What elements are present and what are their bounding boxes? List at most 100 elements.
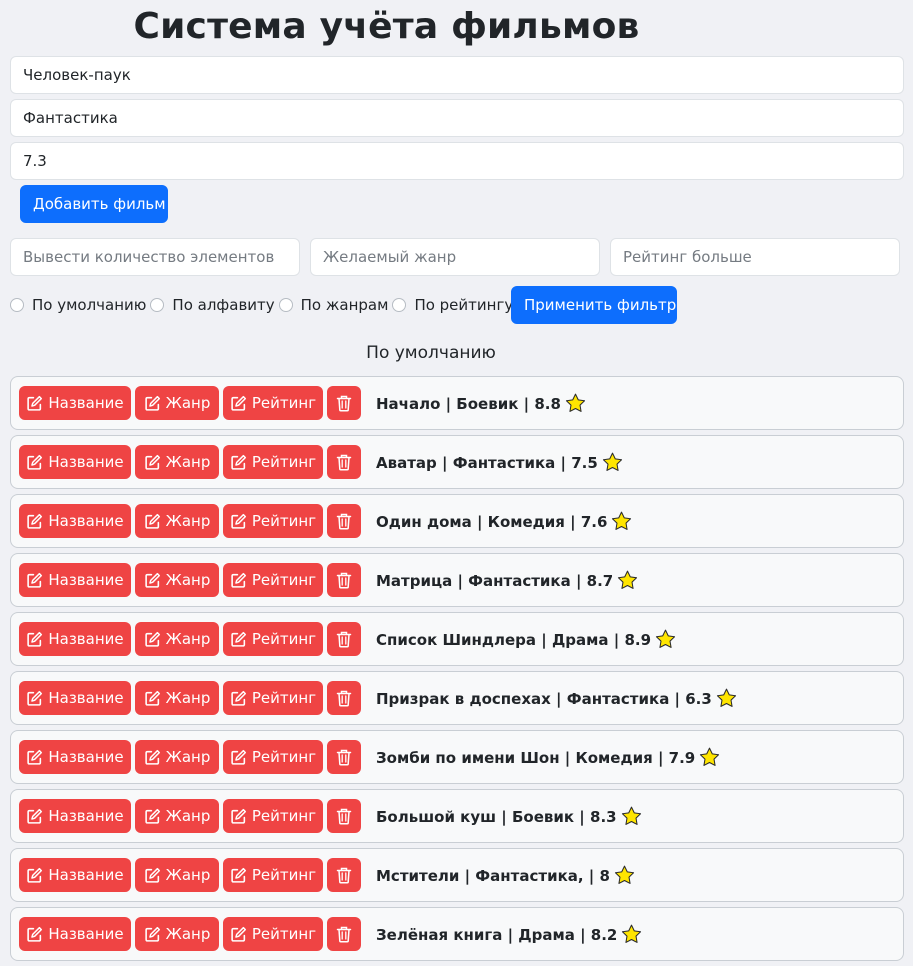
edit-icon	[144, 572, 160, 588]
edit-icon	[27, 631, 43, 647]
delete-button[interactable]	[327, 563, 361, 597]
edit-icon	[231, 572, 246, 588]
movie-list: Название Жанр Рейтинг Начало | Боевик | …	[10, 376, 904, 966]
movie-info: Начало | Боевик | 8.8	[376, 393, 586, 413]
movie-row: Название Жанр Рейтинг Мстители | Фантаст…	[10, 848, 904, 902]
edit-genre-button[interactable]: Жанр	[135, 917, 219, 951]
star-icon	[655, 629, 676, 648]
movie-info: Большой куш | Боевик | 8.3	[376, 806, 642, 826]
button-label: Жанр	[165, 866, 211, 884]
edit-title-button[interactable]: Название	[19, 386, 131, 420]
edit-title-button[interactable]: Название	[19, 504, 131, 538]
edit-title-button[interactable]: Название	[19, 917, 131, 951]
button-label: Название	[48, 866, 124, 884]
edit-icon	[27, 572, 43, 588]
delete-button[interactable]	[327, 681, 361, 715]
sort-option-genre[interactable]: По жанрам	[278, 296, 388, 314]
movie-genre-input[interactable]	[10, 99, 904, 137]
radio-button[interactable]	[278, 298, 293, 312]
sort-options: По умолчанию По алфавиту По жанрам По ре…	[10, 286, 513, 324]
edit-genre-button[interactable]: Жанр	[135, 740, 219, 774]
trash-icon	[336, 395, 352, 411]
edit-title-button[interactable]: Название	[19, 563, 131, 597]
edit-title-button[interactable]: Название	[19, 445, 131, 479]
button-label: Рейтинг	[251, 748, 317, 766]
edit-title-button[interactable]: Название	[19, 681, 131, 715]
movie-info: Призрак в доспехах | Фантастика | 6.3	[376, 688, 737, 708]
radio-button[interactable]	[10, 298, 24, 312]
movie-row: Название Жанр Рейтинг Зомби по имени Шон…	[10, 730, 904, 784]
edit-genre-button[interactable]: Жанр	[135, 799, 219, 833]
radio-button[interactable]	[150, 298, 165, 312]
edit-icon	[27, 749, 43, 765]
edit-rating-button[interactable]: Рейтинг	[223, 563, 323, 597]
delete-button[interactable]	[327, 386, 361, 420]
star-icon	[622, 924, 642, 943]
edit-rating-button[interactable]: Рейтинг	[223, 740, 323, 774]
trash-icon	[336, 513, 352, 529]
delete-button[interactable]	[327, 740, 361, 774]
edit-genre-button[interactable]: Жанр	[135, 445, 219, 479]
edit-genre-button[interactable]: Жанр	[135, 622, 219, 656]
button-label: Жанр	[165, 394, 211, 412]
rating-filter-input[interactable]	[610, 238, 900, 276]
edit-rating-button[interactable]: Рейтинг	[223, 386, 323, 420]
edit-rating-button[interactable]: Рейтинг	[223, 445, 323, 479]
genre-filter-input[interactable]	[310, 238, 600, 276]
edit-icon	[144, 454, 160, 470]
radio-button[interactable]	[392, 298, 407, 312]
movie-row: Название Жанр Рейтинг Матрица | Фантасти…	[10, 553, 904, 607]
delete-button[interactable]	[327, 622, 361, 656]
edit-genre-button[interactable]: Жанр	[135, 563, 219, 597]
sort-option-rating[interactable]: По рейтингу	[392, 296, 513, 314]
edit-title-button[interactable]: Название	[19, 622, 131, 656]
delete-button[interactable]	[327, 858, 361, 892]
edit-rating-button[interactable]: Рейтинг	[223, 622, 323, 656]
button-label: Название	[48, 630, 124, 648]
sort-option-label: По рейтингу	[414, 296, 514, 314]
movie-info: Список Шиндлера | Драма | 8.9	[376, 629, 676, 649]
edit-genre-button[interactable]: Жанр	[135, 858, 219, 892]
delete-button[interactable]	[327, 504, 361, 538]
edit-rating-button[interactable]: Рейтинг	[223, 917, 323, 951]
edit-icon	[27, 808, 43, 824]
edit-genre-button[interactable]: Жанр	[135, 386, 219, 420]
edit-title-button[interactable]: Название	[19, 858, 131, 892]
delete-button[interactable]	[327, 445, 361, 479]
edit-icon	[144, 513, 160, 529]
movie-info-text: Аватар | Фантастика | 7.5	[376, 454, 598, 472]
delete-button[interactable]	[327, 799, 361, 833]
delete-button[interactable]	[327, 917, 361, 951]
movie-rating-input[interactable]	[10, 142, 904, 180]
apply-filter-button[interactable]: Применить фильтр	[511, 286, 677, 324]
add-movie-button[interactable]: Добавить фильм	[20, 185, 168, 223]
button-label: Рейтинг	[251, 571, 317, 589]
movie-title-input[interactable]	[10, 56, 904, 94]
edit-genre-button[interactable]: Жанр	[135, 681, 219, 715]
button-label: Рейтинг	[251, 807, 317, 825]
edit-rating-button[interactable]: Рейтинг	[223, 858, 323, 892]
star-icon	[618, 570, 638, 589]
trash-icon	[336, 631, 352, 647]
edit-rating-button[interactable]: Рейтинг	[223, 504, 323, 538]
movie-info-text: Большой куш | Боевик | 8.3	[376, 808, 617, 826]
movie-info: Один дома | Комедия | 7.6	[376, 511, 632, 531]
movie-row: Название Жанр Рейтинг Большой куш | Боев…	[10, 789, 904, 843]
button-label: Жанр	[165, 512, 211, 530]
edit-title-button[interactable]: Название	[19, 799, 131, 833]
button-label: Жанр	[165, 748, 211, 766]
sort-option-default[interactable]: По умолчанию	[10, 296, 146, 314]
button-label: Жанр	[165, 925, 211, 943]
sort-option-alphabet[interactable]: По алфавиту	[150, 296, 275, 314]
button-label: Название	[48, 748, 124, 766]
count-filter-input[interactable]	[10, 238, 300, 276]
edit-icon	[27, 454, 43, 470]
edit-rating-button[interactable]: Рейтинг	[223, 681, 323, 715]
edit-rating-button[interactable]: Рейтинг	[223, 799, 323, 833]
star-icon	[612, 511, 632, 530]
movie-info-text: Призрак в доспехах | Фантастика | 6.3	[376, 690, 712, 708]
edit-title-button[interactable]: Название	[19, 740, 131, 774]
edit-genre-button[interactable]: Жанр	[135, 504, 219, 538]
movie-row: Название Жанр Рейтинг Призрак в доспехах…	[10, 671, 904, 725]
movie-info: Зомби по имени Шон | Комедия | 7.9	[376, 747, 720, 767]
